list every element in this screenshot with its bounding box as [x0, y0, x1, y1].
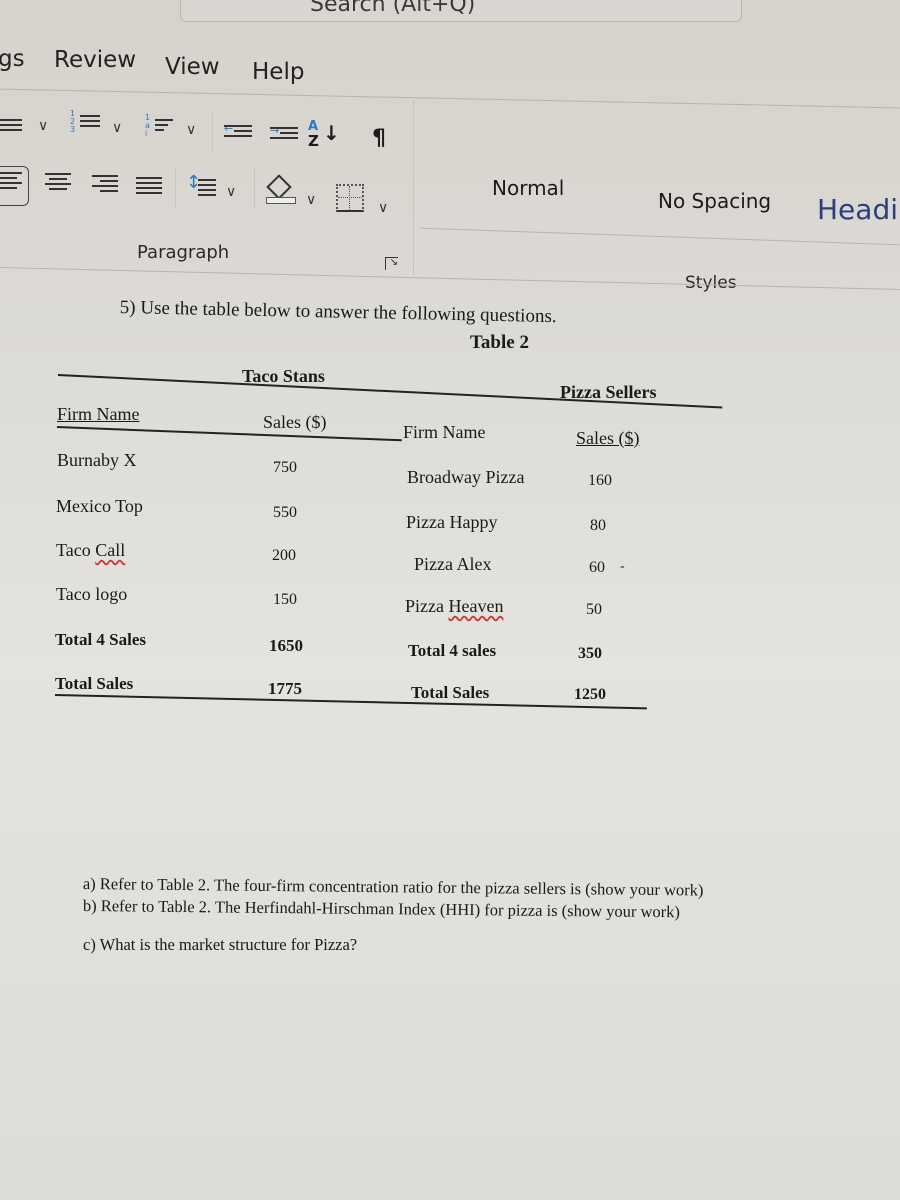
- ribbon-divider: [0, 88, 900, 109]
- sales-value: 50: [586, 601, 602, 618]
- tab-partial[interactable]: gs: [0, 46, 25, 72]
- chevron-down-icon[interactable]: ∨: [378, 200, 388, 216]
- firm-name-part: Pizza: [405, 596, 449, 616]
- separator: [212, 112, 213, 152]
- increase-indent-icon[interactable]: →: [270, 124, 298, 142]
- firm-name: Mexico Top: [56, 496, 143, 516]
- taco-col-sales: Sales ($): [263, 412, 327, 432]
- question-b: b) Refer to Table 2. The Herfindahl-Hirs…: [82, 896, 681, 922]
- sales-value: 750: [273, 459, 297, 476]
- chevron-down-icon[interactable]: ∨: [186, 122, 196, 138]
- sales-value: 80: [590, 517, 606, 534]
- align-left-icon[interactable]: [0, 166, 29, 206]
- firm-name: Taco logo: [56, 584, 128, 604]
- sort-icon[interactable]: AZ ↓: [308, 118, 340, 149]
- table-caption: Table 2: [470, 332, 529, 353]
- chevron-down-icon[interactable]: ∨: [306, 192, 316, 208]
- numbering-icon[interactable]: 123: [70, 110, 100, 134]
- firm-name: Broadway Pizza: [407, 467, 525, 487]
- total-label: Total Sales: [411, 683, 490, 702]
- align-center-icon[interactable]: [45, 170, 71, 193]
- total4-label: Total 4 sales: [408, 641, 497, 660]
- pizza-col-sales: Sales ($): [576, 428, 640, 448]
- style-heading[interactable]: Headi: [817, 193, 898, 226]
- group-separator: [413, 100, 414, 275]
- chevron-down-icon[interactable]: ∨: [38, 118, 48, 134]
- chevron-down-icon[interactable]: ∨: [226, 184, 236, 200]
- firm-name: Taco Call: [56, 540, 125, 561]
- chevron-down-icon[interactable]: ∨: [112, 120, 122, 136]
- spelling-flag: Heaven: [448, 596, 504, 616]
- firm-name: Pizza Happy: [406, 512, 498, 532]
- firm-name-part: Taco: [56, 540, 96, 560]
- pizza-col-firm: Firm Name: [403, 422, 486, 442]
- style-normal[interactable]: Normal: [492, 176, 564, 200]
- stray-dash: -: [620, 559, 625, 574]
- total4-value: 350: [578, 645, 602, 662]
- dialog-launcher-icon[interactable]: ↘: [385, 257, 398, 270]
- firm-name: Pizza Alex: [414, 554, 492, 574]
- styles-divider: [420, 227, 900, 246]
- search-input[interactable]: Search (Alt+Q): [310, 0, 475, 17]
- total-label: Total Sales: [55, 674, 134, 693]
- taco-col-firm: Firm Name: [57, 404, 140, 424]
- justify-icon[interactable]: [136, 174, 162, 197]
- decrease-indent-icon[interactable]: ←: [224, 122, 252, 140]
- multilevel-list-icon[interactable]: 1ai: [145, 114, 173, 138]
- sales-value: 550: [273, 504, 297, 521]
- shading-icon[interactable]: [266, 174, 296, 204]
- taco-header-rule: [56, 426, 402, 441]
- sales-value: 150: [273, 591, 297, 608]
- sales-value: 160: [588, 472, 612, 489]
- total-value: 1250: [574, 686, 606, 703]
- total4-label: Total 4 Sales: [55, 630, 147, 649]
- tab-view[interactable]: View: [165, 54, 220, 80]
- ribbon-bottom-border: [0, 267, 900, 290]
- align-right-icon[interactable]: [92, 172, 118, 195]
- total4-value: 1650: [269, 636, 303, 655]
- firm-name: Pizza Heaven: [405, 596, 503, 617]
- line-spacing-icon[interactable]: ↕: [186, 172, 216, 199]
- show-formatting-marks-icon[interactable]: ¶: [372, 126, 386, 151]
- question-intro: 5) Use the table below to answer the fol…: [119, 297, 557, 328]
- separator: [175, 168, 176, 208]
- paragraph-group-label: Paragraph: [137, 242, 230, 263]
- firm-name: Burnaby X: [57, 450, 137, 470]
- sales-value: 200: [272, 547, 296, 564]
- style-no-spacing[interactable]: No Spacing: [658, 189, 771, 213]
- borders-icon[interactable]: [336, 184, 364, 212]
- sales-value: 60: [589, 559, 605, 576]
- table-bottom-rule: [54, 694, 647, 709]
- tab-review[interactable]: Review: [54, 47, 136, 73]
- bullets-icon[interactable]: [0, 116, 22, 134]
- question-c: c) What is the market structure for Pizz…: [83, 935, 358, 954]
- tab-help[interactable]: Help: [252, 59, 304, 85]
- spelling-flag: Call: [95, 540, 126, 560]
- separator: [254, 168, 255, 208]
- total-value: 1775: [268, 679, 302, 698]
